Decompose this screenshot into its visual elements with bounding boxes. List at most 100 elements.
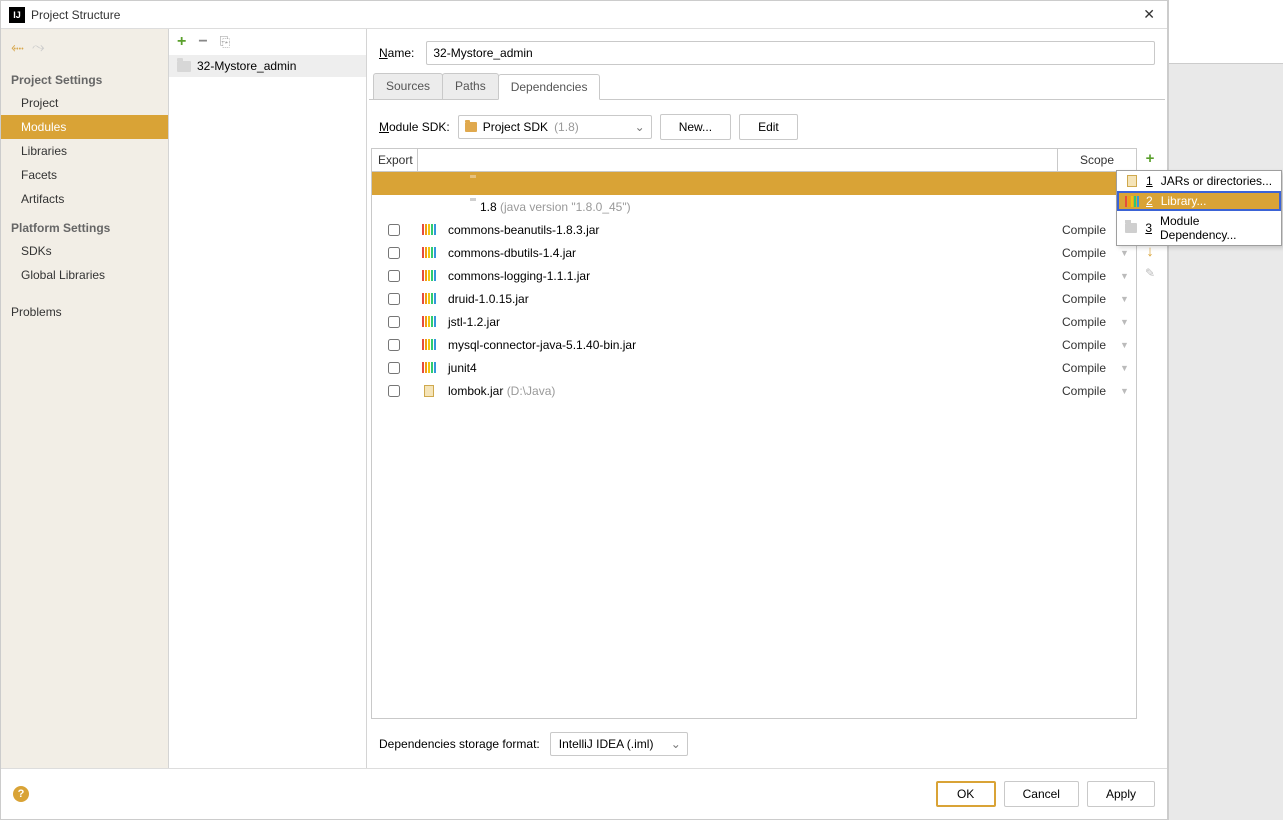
table-row[interactable]: commons-dbutils-1.4.jarCompile▼ [372, 241, 1136, 264]
chevron-down-icon: ▼ [1120, 294, 1130, 304]
section-project-settings: Project Settings [1, 63, 168, 91]
export-checkbox[interactable] [388, 224, 400, 236]
help-icon[interactable]: ? [13, 786, 29, 802]
add-dependency-popup: 1 JARs or directories... 2 Library... 3Modul… [1116, 170, 1282, 246]
nav-arrows: ⬸ ⤳ [1, 33, 168, 63]
back-icon[interactable]: ⬸ [11, 39, 24, 57]
header-name [418, 149, 1058, 171]
dependency-label: mysql-connector-java-5.1.40-bin.jar [448, 338, 1032, 352]
edit-sdk-button[interactable]: Edit [739, 114, 798, 140]
sidebar-item-problems[interactable]: Problems [1, 287, 168, 323]
export-checkbox[interactable] [388, 339, 400, 351]
module-item[interactable]: 32-Mystore_admin [169, 55, 366, 77]
sdk-select[interactable]: Project SDK (1.8) ⌄ [458, 115, 652, 139]
library-icon [422, 293, 436, 304]
tab-paths[interactable]: Paths [442, 73, 499, 99]
tabs: SourcesPathsDependencies [369, 73, 1165, 100]
ok-button[interactable]: OK [936, 781, 996, 807]
folder-icon [177, 61, 191, 72]
library-icon [422, 316, 436, 327]
table-row[interactable]: mysql-connector-java-5.1.40-bin.jar Compi… [372, 333, 1136, 356]
module-icon [1125, 223, 1137, 233]
chevron-down-icon: ⌄ [671, 737, 681, 751]
popup-shortcut: 1 [1146, 174, 1153, 188]
module-name-input[interactable] [426, 41, 1155, 65]
popup-shortcut: 2 [1146, 194, 1153, 208]
scope-value[interactable]: Compile [1042, 315, 1110, 329]
storage-format-select[interactable]: IntelliJ IDEA (.iml) ⌄ [550, 732, 688, 756]
main-panel: Name: SourcesPathsDependencies Module SD… [367, 29, 1167, 768]
scope-value[interactable]: Compile [1042, 361, 1110, 375]
sidebar-item-sdks[interactable]: SDKs [1, 239, 168, 263]
chevron-down-icon: ⌄ [635, 120, 645, 134]
export-checkbox[interactable] [388, 385, 400, 397]
popup-item-module-dependency[interactable]: 3Module Dependency... [1117, 211, 1281, 245]
scope-value[interactable]: Compile [1042, 384, 1110, 398]
sidebar-item-modules[interactable]: Modules [1, 115, 168, 139]
jar-icon [424, 385, 434, 397]
popup-label: JARs or directories... [1161, 174, 1272, 188]
jar-icon [1127, 175, 1137, 187]
tab-dependencies[interactable]: Dependencies [498, 74, 601, 100]
popup-label: Library... [1161, 194, 1207, 208]
module-list-pane: + − ⎘ 32-Mystore_admin [169, 29, 367, 768]
titlebar: IJ Project Structure ✕ [1, 1, 1167, 29]
table-row[interactable]: junit4Compile▼ [372, 356, 1136, 379]
sidebar-item-libraries[interactable]: Libraries [1, 139, 168, 163]
edit-dependency-icon[interactable]: ✎ [1145, 266, 1155, 280]
table-row[interactable]: 1.8 (java version "1.8.0_45") [372, 195, 1136, 218]
tab-sources[interactable]: Sources [373, 73, 443, 99]
background-strip [1168, 0, 1283, 820]
cancel-button[interactable]: Cancel [1004, 781, 1079, 807]
storage-label: Dependencies storage format: [379, 737, 540, 751]
settings-sidebar: ⬸ ⤳ Project Settings ProjectModulesLibra… [1, 29, 169, 768]
header-scope[interactable]: Scope [1058, 149, 1136, 171]
table-header: Export Scope [372, 149, 1136, 172]
apply-button[interactable]: Apply [1087, 781, 1155, 807]
add-dependency-icon[interactable]: + [1146, 150, 1155, 167]
export-checkbox[interactable] [388, 316, 400, 328]
dependency-label: lombok.jar (D:\Java) [448, 384, 1032, 398]
library-icon [422, 362, 436, 373]
dialog-footer: ? OK Cancel Apply [1, 768, 1167, 819]
app-icon: IJ [9, 7, 25, 23]
popup-shortcut: 3 [1145, 221, 1152, 235]
scope-value[interactable]: Compile [1042, 246, 1110, 260]
close-icon[interactable]: ✕ [1139, 6, 1159, 23]
dialog-title: Project Structure [31, 8, 1139, 22]
scope-value[interactable]: Compile [1042, 292, 1110, 306]
copy-module-icon[interactable]: ⎘ [220, 34, 230, 50]
sidebar-item-project[interactable]: Project [1, 91, 168, 115]
export-checkbox[interactable] [388, 270, 400, 282]
forward-icon: ⤳ [32, 39, 45, 57]
sdk-value: Project SDK [483, 120, 548, 134]
table-row[interactable]: lombok.jar (D:\Java)Compile▼ [372, 379, 1136, 402]
table-row[interactable]: commons-logging-1.1.1.jarCompile▼ [372, 264, 1136, 287]
scope-value[interactable]: Compile [1042, 338, 1110, 352]
scope-value[interactable]: Compile [1042, 223, 1110, 237]
library-icon [1125, 196, 1139, 207]
add-module-icon[interactable]: + [177, 33, 186, 51]
remove-module-icon[interactable]: − [198, 33, 207, 51]
scope-value[interactable]: Compile [1042, 269, 1110, 283]
export-checkbox[interactable] [388, 362, 400, 374]
export-checkbox[interactable] [388, 293, 400, 305]
table-row[interactable]: jstl-1.2.jar Compile ▼ [372, 310, 1136, 333]
sdk-label: Module SDK: [379, 120, 450, 134]
popup-item-library[interactable]: 2 Library... [1117, 191, 1281, 211]
sidebar-item-global-libraries[interactable]: Global Libraries [1, 263, 168, 287]
dependency-label: 1.8 (java version "1.8.0_45") [480, 200, 1032, 214]
new-sdk-button[interactable]: New... [660, 114, 731, 140]
popup-item-jars-or-directories[interactable]: 1 JARs or directories... [1117, 171, 1281, 191]
library-icon [422, 339, 436, 350]
export-checkbox[interactable] [388, 247, 400, 259]
sidebar-item-artifacts[interactable]: Artifacts [1, 187, 168, 211]
dependency-label: jstl-1.2.jar [448, 315, 1032, 329]
table-row[interactable] [372, 172, 1136, 195]
table-row[interactable]: commons-beanutils-1.8.3.jarCompile▼ [372, 218, 1136, 241]
header-export[interactable]: Export [372, 149, 418, 171]
table-row[interactable]: druid-1.0.15.jarCompile▼ [372, 287, 1136, 310]
chevron-down-icon: ▼ [1120, 317, 1130, 327]
folder-icon [465, 122, 477, 132]
sidebar-item-facets[interactable]: Facets [1, 163, 168, 187]
